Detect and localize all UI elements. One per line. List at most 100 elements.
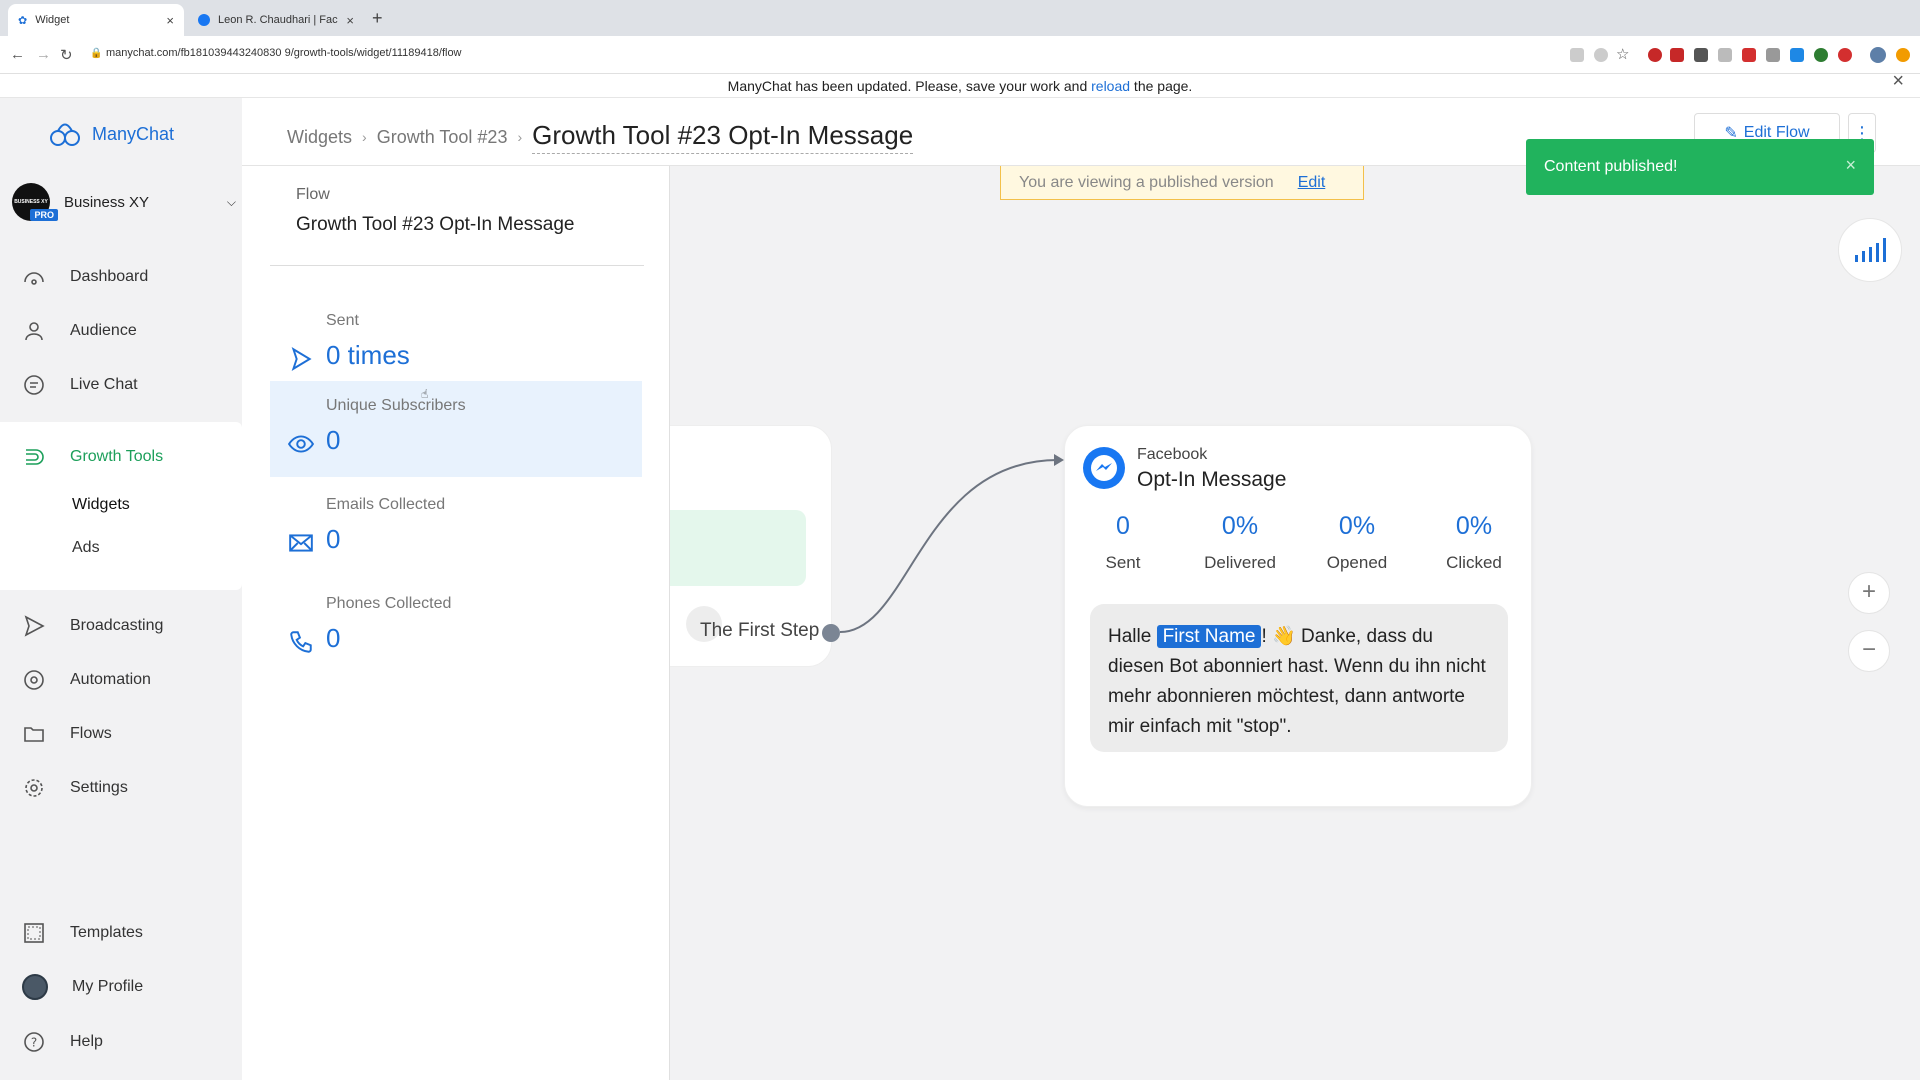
sidebar-item-label: Growth Tools: [70, 448, 164, 465]
zoom-icon[interactable]: [1594, 48, 1608, 62]
extension-icon[interactable]: [1790, 48, 1804, 62]
account-avatar-text: BUSINESS XY: [14, 199, 48, 205]
stat-sent[interactable]: Sent 0 times: [270, 296, 642, 392]
sidebar-item-audience[interactable]: Audience: [22, 316, 137, 346]
stat-unique-subscribers[interactable]: Unique Subscribers 0: [270, 381, 642, 477]
extension-icon[interactable]: [1648, 48, 1662, 62]
close-tab-icon[interactable]: ×: [346, 13, 354, 28]
sidebar-item-label: Settings: [70, 779, 128, 796]
user-icon: [25, 322, 43, 341]
metric-label: Opened: [1326, 553, 1388, 572]
profile-avatar-icon[interactable]: [1870, 47, 1886, 63]
stat-phones-collected[interactable]: Phones Collected 0: [270, 579, 642, 675]
sidebar-item-label: Help: [70, 1033, 103, 1050]
sidebar-item-dashboard[interactable]: Dashboard: [22, 262, 148, 292]
metric-value: 0%: [1338, 512, 1376, 540]
stat-label: Phones Collected: [326, 595, 452, 612]
stat-label: Unique Subscribers: [326, 397, 466, 414]
bar-chart-icon: [1855, 238, 1886, 262]
sidebar-item-live-chat[interactable]: Live Chat: [22, 370, 138, 400]
breadcrumb-growth-tool[interactable]: Growth Tool #23: [377, 127, 508, 148]
reload-icon[interactable]: ↻: [60, 46, 73, 64]
forward-icon[interactable]: →: [36, 46, 51, 63]
sidebar-item-templates[interactable]: Templates: [22, 918, 143, 948]
sidebar-item-help[interactable]: ? Help: [22, 1027, 103, 1057]
svg-text:?: ?: [31, 1036, 37, 1050]
send-icon: [291, 347, 312, 371]
extension-icon[interactable]: [1814, 48, 1828, 62]
tab-favicon-icon: ✿: [18, 14, 28, 27]
sidebar-item-label: Audience: [70, 322, 137, 339]
back-icon[interactable]: ←: [10, 46, 25, 63]
breadcrumb-widgets[interactable]: Widgets: [287, 127, 352, 148]
mail-icon: [289, 534, 313, 552]
sidebar-subitem-ads[interactable]: Ads: [72, 539, 100, 557]
edit-link[interactable]: Edit: [1298, 174, 1326, 192]
sidebar-item-automation[interactable]: Automation: [22, 665, 151, 695]
extension-icon[interactable]: [1694, 48, 1708, 62]
sidebar-item-settings[interactable]: Settings: [22, 773, 128, 803]
help-icon: ?: [24, 1032, 44, 1052]
stat-emails-collected[interactable]: Emails Collected 0: [270, 480, 642, 576]
breadcrumb: Widgets › Growth Tool #23 › Growth Tool …: [287, 120, 914, 154]
sidebar-item-label: Dashboard: [70, 268, 149, 285]
metric-opened: 0% Opened: [1302, 512, 1412, 573]
chevron-right-icon: ›: [362, 129, 367, 145]
stat-value: 0: [326, 524, 341, 554]
account-switcher[interactable]: BUSINESS XY PRO Business XY ⌵: [12, 182, 236, 222]
extension-icon[interactable]: [1670, 48, 1684, 62]
translate-icon[interactable]: [1570, 48, 1584, 62]
new-tab-icon[interactable]: +: [372, 8, 383, 29]
extension-icon[interactable]: [1718, 48, 1732, 62]
bookmark-star-icon[interactable]: ☆: [1616, 45, 1629, 63]
sidebar-item-broadcasting[interactable]: Broadcasting: [22, 611, 163, 641]
eye-icon: [288, 435, 314, 453]
sidebar-item-label: Templates: [70, 924, 143, 941]
page-title[interactable]: Growth Tool #23 Opt-In Message: [532, 120, 914, 154]
browser-tab-widget[interactable]: ✿ Widget ×: [8, 4, 184, 36]
sidebar-item-my-profile[interactable]: My Profile: [22, 972, 143, 1002]
mouse-cursor-icon: ☝: [421, 387, 429, 401]
flow-name: Growth Tool #23 Opt-In Message: [296, 214, 575, 235]
manychat-logo[interactable]: ManyChat: [48, 118, 174, 150]
sidebar-item-flows[interactable]: Flows: [22, 719, 112, 749]
analytics-button[interactable]: [1838, 218, 1902, 282]
close-tab-icon[interactable]: ×: [166, 13, 174, 28]
sidebar-item-label: Automation: [70, 671, 151, 688]
toast-message: Content published!: [1544, 158, 1678, 175]
close-toast-icon[interactable]: ×: [1845, 155, 1856, 176]
url-field[interactable]: manychat.com/fb181039443240830 9/growth-…: [106, 47, 462, 59]
reload-link[interactable]: reload: [1091, 78, 1130, 94]
broadcast-icon: [24, 615, 45, 637]
banner-text: ManyChat has been updated. Please, save …: [727, 78, 1092, 94]
stat-value: 0: [326, 623, 341, 653]
brand-name: ManyChat: [92, 123, 175, 144]
profile-avatar: [22, 974, 48, 1000]
sidebar-subitem-widgets[interactable]: Widgets: [72, 496, 130, 514]
message-bubble: Halle First Name! 👋 Danke, dass du diese…: [1090, 604, 1508, 752]
zoom-in-button[interactable]: +: [1848, 572, 1890, 614]
stat-value: 0: [326, 425, 341, 455]
tab-title: Widget: [35, 14, 70, 26]
sidebar-item-label: My Profile: [72, 978, 144, 995]
gear-icon: [25, 779, 43, 797]
update-banner: ManyChat has been updated. Please, save …: [0, 74, 1920, 98]
update-indicator-icon[interactable]: [1896, 48, 1910, 62]
message-platform: Facebook: [1137, 446, 1208, 463]
browser-tab-facebook[interactable]: Leon R. Chaudhari | Facebook ×: [188, 4, 364, 36]
metric-label: Delivered: [1204, 553, 1276, 572]
published-version-text: You are viewing a published version: [1019, 173, 1274, 191]
extension-icon[interactable]: [1838, 48, 1852, 62]
message-greeting: Halle: [1108, 626, 1157, 647]
zoom-out-button[interactable]: −: [1848, 630, 1890, 672]
facebook-favicon-icon: [198, 14, 210, 26]
first-name-variable: First Name: [1156, 625, 1262, 648]
extension-icon[interactable]: [1766, 48, 1780, 62]
success-toast: Content published! ×: [1526, 139, 1874, 195]
metric-value: 0%: [1455, 512, 1493, 540]
stat-value: 0 times: [326, 340, 410, 370]
sidebar-item-growth-tools[interactable]: Growth Tools: [22, 442, 163, 472]
close-banner-icon[interactable]: ×: [1892, 70, 1904, 93]
extension-icon[interactable]: [1742, 48, 1756, 62]
automation-icon: [24, 670, 44, 690]
